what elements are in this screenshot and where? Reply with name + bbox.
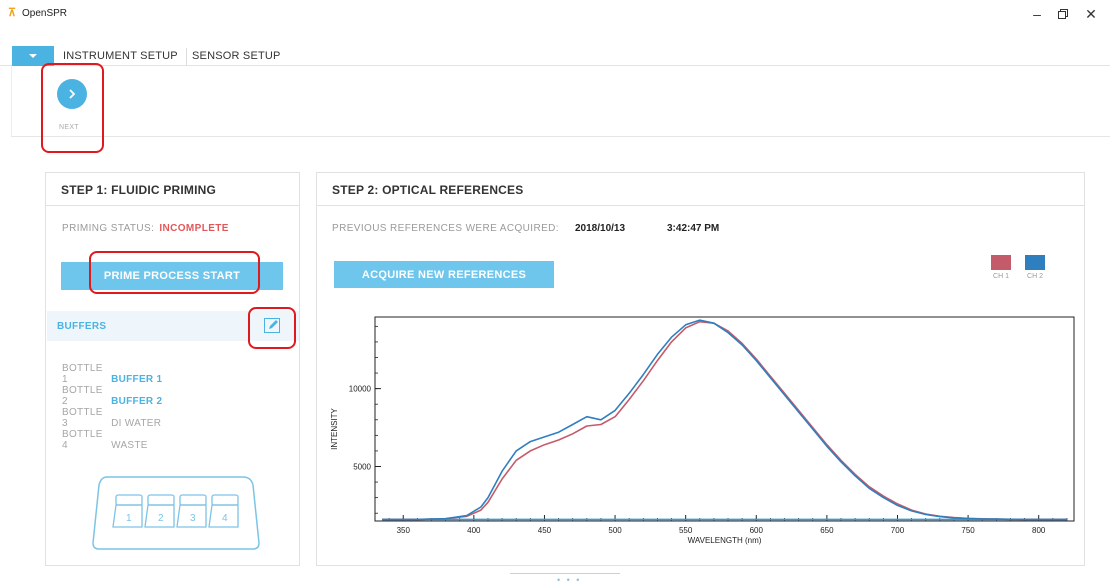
y-tick-label: 10000	[349, 385, 372, 394]
app-title: OpenSPR	[22, 8, 68, 19]
bottle-row: BOTTLE 3 DI WATER	[62, 407, 161, 429]
buffers-label: BUFFERS	[57, 321, 107, 332]
bottle-content: DI WATER	[111, 418, 162, 429]
splitter-grip-icon[interactable]: • • •	[557, 575, 581, 585]
bottle-row: BOTTLE 2 BUFFER 2	[62, 385, 162, 407]
splitter-line[interactable]	[510, 573, 620, 574]
bottle-content: BUFFER 1	[111, 374, 163, 385]
legend-label: CH 2	[1027, 273, 1043, 280]
legend-swatch	[1025, 255, 1045, 270]
legend-item-ch1: CH 1	[991, 255, 1011, 280]
series-line-ch-2	[382, 319, 1067, 521]
tray-slot-label: 1	[126, 513, 132, 524]
plot-frame	[374, 316, 1075, 522]
close-icon[interactable]: ✕	[1080, 4, 1102, 24]
priming-status-label: PRIMING STATUS:	[62, 223, 155, 234]
tab-sensor-setup[interactable]: SENSOR SETUP	[184, 48, 289, 66]
chevron-right-icon	[69, 89, 76, 99]
previous-references-label: PREVIOUS REFERENCES WERE ACQUIRED:	[332, 223, 559, 234]
tray-slot-label: 2	[158, 513, 164, 524]
bottle-label: BOTTLE 4	[62, 429, 103, 451]
step1-title: STEP 1: FLUIDIC PRIMING	[46, 173, 299, 206]
x-tick-label: 700	[891, 526, 905, 535]
minimize-icon[interactable]: –	[1026, 4, 1048, 24]
bottle-row: BOTTLE 4 WASTE	[62, 429, 148, 451]
bottle-row: BOTTLE 1 BUFFER 1	[62, 363, 162, 385]
priming-status-value: INCOMPLETE	[159, 223, 229, 234]
bottle-label: BOTTLE 2	[62, 385, 103, 407]
y-axis-label: INTENSITY	[330, 407, 339, 449]
x-tick-label: 450	[538, 526, 552, 535]
x-tick-label: 650	[820, 526, 834, 535]
legend-label: CH 1	[993, 273, 1009, 280]
bottle-label: BOTTLE 1	[62, 363, 103, 385]
tray-slot: 4	[208, 494, 239, 528]
bottle-label: BOTTLE 3	[62, 407, 103, 429]
references-time: 3:42:47 PM	[667, 223, 720, 234]
bottle-tray-icon: 1 2 3 4	[92, 476, 260, 550]
edit-icon-highlight	[248, 307, 296, 349]
x-tick-label: 400	[467, 526, 481, 535]
tray-slot: 2	[144, 494, 175, 528]
y-tick-label: 5000	[353, 462, 371, 471]
tray-slot-label: 4	[222, 513, 228, 524]
priming-status: PRIMING STATUS: INCOMPLETE	[62, 223, 229, 234]
tray-slot: 3	[176, 494, 207, 528]
series-line-ch-1	[382, 320, 1067, 521]
references-date: 2018/10/13	[575, 223, 626, 234]
x-tick-label: 800	[1032, 526, 1046, 535]
app-logo-icon: ⊼	[8, 7, 17, 19]
x-axis-label: WAVELENGTH (nm)	[688, 536, 762, 545]
x-tick-label: 550	[679, 526, 693, 535]
tray-slot-label: 3	[190, 513, 196, 524]
prime-button-highlight	[89, 251, 260, 294]
next-button[interactable]	[57, 79, 87, 109]
optical-references-panel: STEP 2: OPTICAL REFERENCES PREVIOUS REFE…	[316, 172, 1085, 566]
x-tick-label: 600	[750, 526, 764, 535]
tray-slot: 1	[112, 494, 143, 528]
x-tick-label: 750	[961, 526, 975, 535]
legend-swatch	[991, 255, 1011, 270]
title-bar: ⊼ OpenSPR – ✕	[0, 0, 1110, 30]
acquire-new-references-button[interactable]: ACQUIRE NEW REFERENCES	[334, 261, 554, 288]
restore-icon[interactable]	[1052, 4, 1074, 24]
legend-item-ch2: CH 2	[1025, 255, 1045, 280]
ribbon-tabs: INSTRUMENT SETUP SENSOR SETUP	[0, 44, 1110, 66]
x-tick-label: 350	[397, 526, 411, 535]
chevron-down-icon	[29, 54, 37, 58]
fluidic-priming-panel: STEP 1: FLUIDIC PRIMING PRIMING STATUS: I…	[45, 172, 300, 566]
bottle-content: BUFFER 2	[111, 396, 163, 407]
step2-title: STEP 2: OPTICAL REFERENCES	[317, 173, 1084, 206]
ribbon-body	[11, 66, 1110, 137]
next-label: NEXT	[59, 124, 79, 131]
x-tick-label: 500	[608, 526, 622, 535]
bottle-content: WASTE	[111, 440, 148, 451]
spectrum-chart: 350 400 450 500 550 600 650 700 750 800 5000 10000 W…	[330, 316, 1075, 545]
